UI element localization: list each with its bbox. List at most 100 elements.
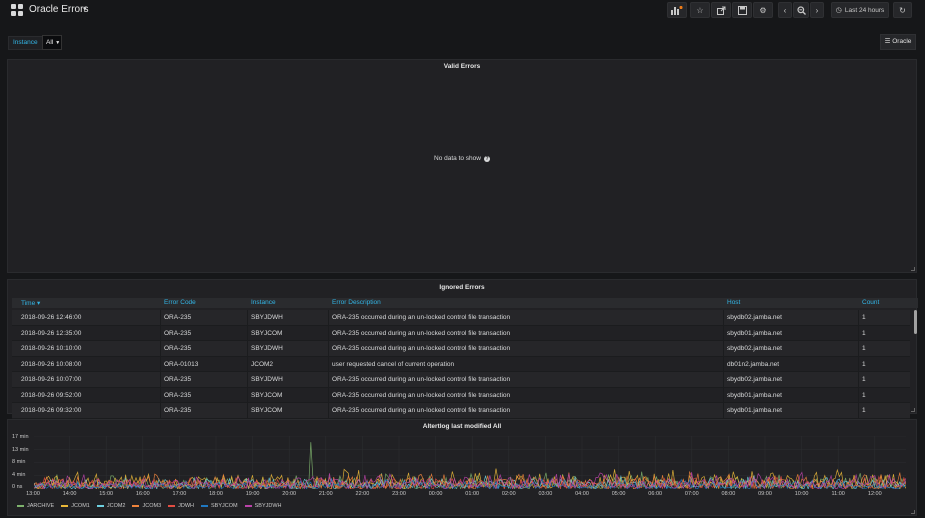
column-separator xyxy=(328,403,329,418)
column-separator xyxy=(247,341,248,356)
x-tick-label: 03:00 xyxy=(538,491,553,497)
resize-handle[interactable] xyxy=(911,510,915,514)
cell-host: db01n2.jamba.net xyxy=(727,360,780,368)
x-tick-label: 07:00 xyxy=(684,491,699,497)
alertlog-panel: Altertlog last modified All 17 min 13 min… xyxy=(7,419,917,516)
column-separator xyxy=(858,310,859,325)
x-tick-label: 14:00 xyxy=(62,491,77,497)
resize-handle[interactable] xyxy=(911,408,915,412)
zoom-out-button[interactable] xyxy=(793,2,809,18)
column-header-count[interactable]: Count xyxy=(862,299,879,306)
table-row[interactable]: 2018-09-26 09:52:00 ORA-235 SBYJCOM ORA-235… xyxy=(12,387,910,403)
legend-item[interactable]: JDWH xyxy=(168,503,194,509)
cell-count: 1 xyxy=(862,407,866,414)
star-icon: ☆ xyxy=(696,5,704,15)
legend-item[interactable]: SBYJDWH xyxy=(244,503,282,509)
question-icon[interactable]: ? xyxy=(483,156,490,162)
refresh-icon: ↻ xyxy=(899,5,906,15)
table-row[interactable]: 2018-09-26 09:32:00 ORA-235 SBYJCOM ORA-235… xyxy=(12,403,910,419)
caret-down-icon[interactable]: ▾ xyxy=(83,5,87,13)
valid-errors-panel: Valid Errors No data to show? xyxy=(7,59,917,273)
column-header-host[interactable]: Host xyxy=(727,299,740,306)
gear-icon: ⚙ xyxy=(759,5,767,15)
grafana-grid-icon[interactable] xyxy=(11,4,23,16)
column-separator xyxy=(858,341,859,356)
legend-item[interactable]: JCOM3 xyxy=(132,503,161,509)
column-separator xyxy=(328,325,329,340)
x-tick-label: 09:00 xyxy=(758,491,772,497)
time-picker-button[interactable]: ◷ Last 24 hours xyxy=(831,2,889,18)
table-row[interactable]: 2018-09-26 10:10:00 ORA-235 SBYJDWH ORA-235… xyxy=(12,341,910,357)
table-row[interactable]: 2018-09-26 10:08:00 ORA-01013 JCOM2 user re… xyxy=(12,356,910,372)
column-separator xyxy=(858,387,859,402)
add-panel-button[interactable] xyxy=(667,2,687,18)
cell-count: 1 xyxy=(862,345,866,352)
column-separator xyxy=(858,325,859,340)
cell-error-code: ORA-235 xyxy=(164,391,192,399)
x-tick-label: 15:00 xyxy=(99,491,114,497)
x-tick-label: 12:00 xyxy=(867,491,882,497)
y-tick-label: 8 min xyxy=(12,459,26,465)
legend-item[interactable]: JCOM2 xyxy=(96,503,125,509)
x-tick-label: 05:00 xyxy=(611,491,626,497)
x-tick-label: 02:00 xyxy=(501,491,516,497)
save-button[interactable] xyxy=(732,2,752,18)
share-button[interactable] xyxy=(711,2,731,18)
table-scrollbar[interactable] xyxy=(914,310,917,334)
panel-title[interactable]: Altertlog last modified All xyxy=(8,423,916,430)
table-row[interactable]: 2018-09-26 12:35:00 ORA-235 SBYJCOM ORA-235… xyxy=(12,325,910,341)
cell-host: sbydb02.jamba.net xyxy=(727,376,782,383)
time-range-label: Last 24 hours xyxy=(844,6,885,14)
table-row[interactable]: 2018-09-26 10:07:00 ORA-235 SBYJDWH ORA-235… xyxy=(12,372,910,388)
dashboard-title[interactable]: Oracle Errors xyxy=(29,4,88,15)
cell-instance: SBYJCOM xyxy=(251,407,283,414)
cell-host: sbydb01.jamba.net xyxy=(727,329,782,337)
cell-error-code: ORA-235 xyxy=(164,329,192,337)
column-separator xyxy=(160,325,161,340)
column-header-instance[interactable]: Instance xyxy=(251,299,276,306)
ignored-errors-panel: Ignored Errors Time ▾ Error Code Instanc… xyxy=(7,279,918,419)
time-back-button[interactable]: ‹ xyxy=(778,2,792,18)
cell-error-code: ORA-01013 xyxy=(164,360,199,368)
panel-title[interactable]: Valid Errors xyxy=(8,63,916,70)
chevron-right-icon: › xyxy=(815,5,819,15)
resize-handle[interactable] xyxy=(911,267,915,271)
settings-button[interactable]: ⚙ xyxy=(753,2,773,18)
column-header-time[interactable]: Time ▾ xyxy=(21,299,40,307)
legend-item[interactable]: SBYJCOM xyxy=(201,503,238,509)
cell-time: 2018-09-26 12:35:00 xyxy=(21,329,82,337)
column-header-error-code[interactable]: Error Code xyxy=(164,299,196,306)
legend-swatch xyxy=(17,505,24,507)
x-tick-label: 20:00 xyxy=(282,491,297,497)
cell-instance: JCOM2 xyxy=(251,360,274,368)
cell-time: 2018-09-26 10:07:00 xyxy=(21,376,82,383)
cell-error-code: ORA-235 xyxy=(164,376,192,383)
add-panel-icon xyxy=(671,5,683,15)
column-separator xyxy=(723,387,724,402)
column-header-error-description[interactable]: Error Description xyxy=(332,299,381,306)
legend-swatch xyxy=(244,505,252,507)
no-data-text: No data to show xyxy=(434,155,481,162)
panel-title[interactable]: Ignored Errors xyxy=(8,284,916,291)
table-row[interactable]: 2018-09-26 12:46:00 ORA-235 SBYJDWH ORA-235… xyxy=(12,310,910,326)
legend-item[interactable]: JARCHIVE xyxy=(17,503,54,509)
x-tick-label: 18:00 xyxy=(209,491,223,497)
alertlog-graph[interactable] xyxy=(34,436,906,489)
oracle-link-button[interactable]: ☰ Oracle xyxy=(880,34,916,50)
x-tick-label: 17:00 xyxy=(172,491,187,497)
table-header: Time ▾ Error Code Instance Error Descrip… xyxy=(12,298,918,308)
legend-item[interactable]: JCOM1 xyxy=(61,503,90,509)
cell-host: sbydb02.jamba.net xyxy=(727,314,782,321)
column-separator xyxy=(723,372,724,387)
instance-variable-select[interactable]: All ▼ xyxy=(42,35,62,50)
legend-swatch xyxy=(61,505,69,507)
time-forward-button[interactable]: › xyxy=(810,2,824,18)
column-separator xyxy=(247,325,248,340)
cell-instance: SBYJCOM xyxy=(251,391,283,399)
star-button[interactable]: ☆ xyxy=(690,2,710,18)
column-separator xyxy=(723,341,724,356)
column-separator xyxy=(247,356,248,371)
refresh-button[interactable]: ↻ xyxy=(893,2,912,18)
cell-error-description: ORA-235 occurred during an un-locked con… xyxy=(332,329,511,337)
x-tick-label: 10:00 xyxy=(794,491,809,497)
